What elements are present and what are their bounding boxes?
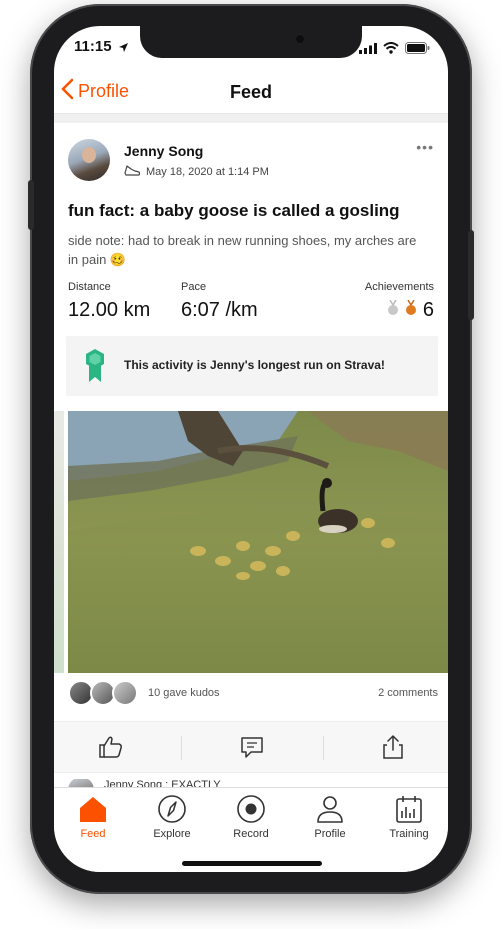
achievement-badge-icon <box>84 348 106 389</box>
compass-icon <box>157 794 187 824</box>
status-icons <box>359 41 430 59</box>
nav-header: Profile Feed <box>54 70 448 114</box>
battery-icon <box>405 41 430 59</box>
achievements-row: 6 <box>387 299 434 322</box>
goose-photo-illustration <box>68 411 448 673</box>
person-icon <box>315 794 345 824</box>
activity-description: side note: had to break in new running s… <box>68 233 417 267</box>
athlete-name[interactable]: Jenny Song <box>124 143 203 159</box>
kudos-avatars[interactable] <box>68 680 138 706</box>
signal-icon <box>359 41 377 59</box>
distance-label: Distance <box>68 281 111 293</box>
tab-label: Feed <box>80 828 106 840</box>
activity-stats: Distance 12.00 km Pace 6:07 /km Achievem… <box>68 281 434 321</box>
activity-photo[interactable] <box>68 411 448 673</box>
kudos-thumbs-up-icon[interactable] <box>98 734 126 762</box>
action-divider <box>181 736 182 760</box>
activity-title[interactable]: fun fact: a baby goose is called a gosli… <box>68 201 438 221</box>
kudos-avatar <box>112 680 138 706</box>
tab-bar: Feed Explore Record Profile Training <box>54 787 448 872</box>
comments-count[interactable]: 2 comments <box>378 687 438 699</box>
tab-label: Record <box>233 828 269 840</box>
page-title: Feed <box>229 82 272 102</box>
kudos-row[interactable]: 10 gave kudos 2 comments <box>68 680 438 710</box>
pace-label: Pace <box>181 281 207 293</box>
tab-explore[interactable]: Explore <box>133 794 211 842</box>
tab-record[interactable]: Record <box>212 794 290 842</box>
share-icon[interactable] <box>380 734 408 762</box>
home-icon <box>78 794 108 824</box>
activity-date: May 18, 2020 at 1:14 PM <box>146 165 269 178</box>
pace-value: 6:07 /km <box>181 299 258 321</box>
camera-icon <box>295 34 305 44</box>
app-screen: 11:15 Profile Feed Jenny Song May 18, 20… <box>54 26 448 872</box>
achievement-banner[interactable]: This activity is Jenny's longest run on … <box>66 336 438 396</box>
tab-training[interactable]: Training <box>370 794 448 842</box>
tab-label: Profile <box>314 828 346 840</box>
route-map-thumbnail[interactable] <box>54 411 64 673</box>
status-time: 11:15 <box>74 38 112 55</box>
home-indicator <box>182 861 322 866</box>
tab-label: Explore <box>153 828 191 840</box>
athlete-avatar[interactable] <box>68 139 110 181</box>
achievement-banner-text: This activity is Jenny's longest run on … <box>124 358 385 372</box>
media-carousel[interactable] <box>54 411 448 673</box>
phone-side-button <box>468 230 474 320</box>
calendar-icon <box>394 794 424 824</box>
wifi-icon <box>383 41 399 59</box>
activity-meta: May 18, 2020 at 1:14 PM <box>124 164 269 179</box>
achievements-label: Achievements <box>364 281 434 293</box>
comment-icon[interactable] <box>239 734 267 762</box>
distance-value: 12.00 km <box>68 299 151 321</box>
location-arrow-icon <box>118 40 129 58</box>
action-divider <box>323 736 324 760</box>
more-options-icon[interactable]: ••• <box>416 139 434 155</box>
achievements-count: 6 <box>422 299 434 321</box>
record-icon <box>236 794 266 824</box>
shoe-icon <box>124 164 141 179</box>
phone-notch <box>140 26 362 58</box>
tab-label: Training <box>389 828 429 840</box>
tab-feed[interactable]: Feed <box>54 794 132 842</box>
phone-volume-button <box>28 180 34 230</box>
tab-profile[interactable]: Profile <box>291 794 369 842</box>
bronze-medal-icon <box>405 299 417 321</box>
feed-divider <box>54 114 448 123</box>
activity-card[interactable]: Jenny Song May 18, 2020 at 1:14 PM ••• f… <box>54 123 448 791</box>
action-bar <box>54 721 448 773</box>
kudos-count[interactable]: 10 gave kudos <box>148 687 220 699</box>
silver-medal-icon <box>387 299 399 321</box>
